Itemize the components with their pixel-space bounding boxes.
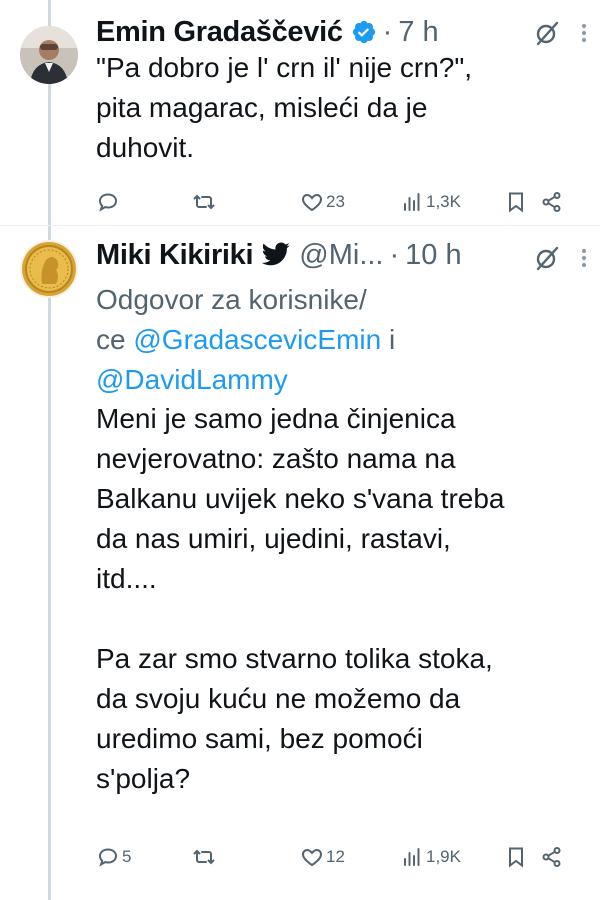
- retweet-icon: [193, 849, 215, 865]
- tweet-miki[interactable]: Miki Kikiriki @Mi... · 10 h Odgovor za k…: [0, 226, 600, 900]
- grok-icon[interactable]: [532, 18, 562, 48]
- author-handle[interactable]: @Mi...: [299, 239, 383, 272]
- like-count: 23: [326, 192, 345, 211]
- avatar[interactable]: [20, 26, 78, 84]
- author-name[interactable]: Emin Gradaščević: [96, 16, 343, 49]
- bookmark-button[interactable]: [504, 187, 528, 217]
- retweet-button[interactable]: [192, 187, 218, 217]
- more-icon[interactable]: [574, 18, 594, 48]
- reply-icon: [98, 848, 118, 867]
- action-bar: 5 12 1,9K: [92, 842, 590, 872]
- like-button[interactable]: 12: [300, 842, 345, 872]
- like-count: 12: [326, 847, 345, 866]
- share-icon: [542, 847, 561, 867]
- bird-icon: [261, 242, 291, 268]
- share-icon: [542, 192, 561, 212]
- views-icon: [404, 193, 420, 211]
- views-count: 1,3K: [426, 192, 461, 211]
- mention-link[interactable]: @DavidLammy: [96, 364, 288, 395]
- avatar[interactable]: [20, 240, 78, 298]
- retweet-icon: [193, 194, 215, 210]
- like-icon: [301, 848, 323, 867]
- bookmark-icon: [509, 192, 523, 213]
- tweet-time[interactable]: 7 h: [398, 16, 438, 49]
- separator-dot: ·: [382, 15, 393, 48]
- more-icon[interactable]: [574, 243, 594, 273]
- tweet-text: Meni je samo jedna činjenica nevjerovatn…: [96, 403, 505, 794]
- reply-button[interactable]: 5: [96, 842, 131, 872]
- author-name[interactable]: Miki Kikiriki: [96, 239, 254, 272]
- like-icon: [301, 193, 323, 212]
- tweet-time[interactable]: 10 h: [405, 239, 461, 272]
- views-button[interactable]: 1,3K: [400, 187, 461, 217]
- reply-context: Odgovor za korisnike/ ce @GradascevicEmi…: [96, 280, 578, 400]
- mention-link[interactable]: @GradascevicEmin: [133, 324, 381, 355]
- action-bar: 23 1,3K: [92, 187, 590, 217]
- retweet-button[interactable]: [192, 842, 218, 872]
- share-button[interactable]: [540, 187, 564, 217]
- tweet-emin[interactable]: Emin Gradaščević · 7 h "Pa dobro je l' c…: [0, 0, 600, 226]
- share-button[interactable]: [540, 842, 564, 872]
- views-button[interactable]: 1,9K: [400, 842, 461, 872]
- views-count: 1,9K: [426, 847, 461, 866]
- verified-badge-icon: [351, 19, 377, 45]
- grok-icon[interactable]: [532, 243, 562, 273]
- reply-join: i: [388, 324, 396, 355]
- reply-button[interactable]: [96, 187, 122, 217]
- reply-icon: [98, 193, 118, 212]
- reply-count: 5: [122, 847, 132, 866]
- separator-dot: ·: [389, 238, 400, 271]
- like-button[interactable]: 23: [300, 187, 345, 217]
- bookmark-icon: [509, 847, 523, 868]
- views-icon: [404, 848, 420, 866]
- tweet-text: "Pa dobro je l' crn il' nije crn?", pita…: [96, 52, 473, 163]
- bookmark-button[interactable]: [504, 842, 528, 872]
